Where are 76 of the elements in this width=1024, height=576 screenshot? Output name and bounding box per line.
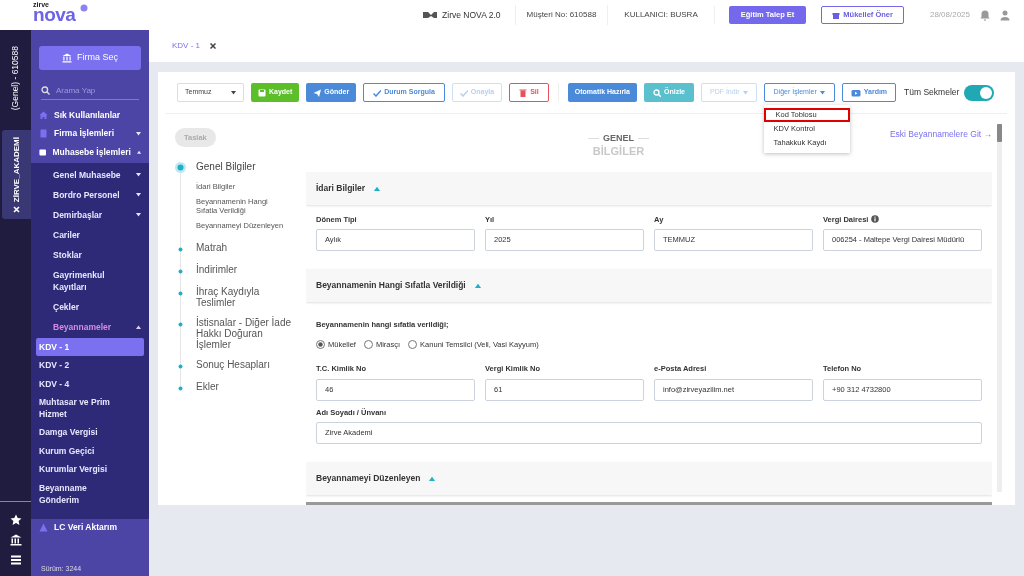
bank-icon[interactable]: [9, 534, 22, 546]
section-header[interactable]: Beyannameyi Düzenleyen: [306, 461, 992, 495]
sidebar-item[interactable]: Firma İşlemleri: [31, 124, 149, 143]
sidebar-item[interactable]: Muhasebe İşlemleri: [31, 143, 149, 162]
save-icon: [258, 88, 266, 97]
close-icon: [13, 206, 20, 214]
bank-icon: [62, 53, 72, 63]
bell-icon[interactable]: [980, 9, 990, 21]
search-icon: [652, 88, 661, 97]
sidebar-item[interactable]: Kurum Geçici: [36, 441, 144, 460]
customer-number: Müşteri No: 610588: [514, 5, 608, 25]
close-icon: [210, 43, 216, 49]
sidebar-item[interactable]: Gayrimenkul Kayıtları: [31, 264, 149, 297]
select-company-button[interactable]: Firma Seç: [39, 46, 141, 70]
search-icon: [41, 86, 50, 95]
sidebar-item[interactable]: Beyanname Gönderim: [36, 478, 144, 509]
book-icon: [39, 129, 48, 139]
paper-plane-icon: [313, 88, 322, 97]
sidebar-item[interactable]: Damga Vergisi: [36, 423, 144, 442]
sidebar-item[interactable]: LC Veri Aktarım: [31, 518, 149, 537]
sidebar-item[interactable]: Muhtasar ve Prim Hizmet: [36, 393, 144, 423]
step-link[interactable]: Ekler: [196, 381, 296, 392]
sidebar-item[interactable]: Cariler: [31, 224, 149, 245]
sidebar-item[interactable]: KDV - 2: [36, 356, 144, 375]
document-tab[interactable]: KDV - 1: [172, 40, 216, 52]
step-link[interactable]: Matrah: [196, 242, 296, 253]
step-link[interactable]: İndirimler: [196, 264, 296, 275]
section-header[interactable]: İdari Bilgiler: [306, 171, 992, 205]
window-icon: [39, 147, 47, 157]
search-field[interactable]: Arama Yap: [56, 84, 136, 97]
caret-down-icon: [136, 131, 141, 136]
step-link[interactable]: İhraç Kaydıyla Teslimler: [196, 286, 296, 308]
home-icon: [39, 110, 48, 120]
check-icon: [459, 88, 468, 97]
gift-icon: [832, 11, 841, 19]
caret-down-icon: [742, 90, 748, 95]
star-icon[interactable]: [9, 514, 22, 526]
sidebar-item[interactable]: Çekler: [31, 296, 149, 317]
caret-up-icon: [136, 324, 141, 329]
menu-icon[interactable]: [9, 554, 22, 566]
section-heading: GENEL: [603, 132, 634, 145]
sidebar-item[interactable]: Genel Muhasebe: [31, 164, 149, 185]
account-label: (Genel) - 610588: [9, 46, 22, 111]
company-tab[interactable]: ZİRVE_AKADEMİ: [2, 130, 31, 220]
triangle-icon: [39, 523, 48, 533]
section-header[interactable]: Beyannamenin Hangi Sıfatla Verildiği: [306, 268, 992, 302]
user-name: KULLANICI: BUSRA: [607, 5, 714, 25]
caret-down-icon: [231, 90, 236, 95]
step-link[interactable]: Genel Bilgiler: [196, 161, 296, 172]
caret-down-icon: [136, 172, 141, 177]
info-icon: [871, 215, 880, 224]
caret-down-icon: [136, 192, 141, 197]
logo-badge-icon: [80, 4, 88, 12]
step-link[interactable]: İstisnalar - Diğer İade Hakkı Doğuran İşlemler: [196, 317, 296, 350]
caret-down-icon: [819, 90, 825, 95]
check-icon: [373, 88, 382, 97]
sidebar-item[interactable]: KDV - 4: [36, 374, 144, 393]
user-icon[interactable]: [1000, 9, 1010, 21]
step-link[interactable]: Sonuç Hesapları: [196, 359, 296, 370]
sidebar-item[interactable]: Stoklar: [31, 244, 149, 265]
caret-up-icon: [136, 150, 141, 155]
sidebar-item[interactable]: Beyannameler: [31, 316, 149, 337]
video-icon: [850, 88, 861, 97]
sidebar-item[interactable]: Demirbaşlar: [31, 204, 149, 225]
sidebar-item[interactable]: Kurumlar Vergisi: [36, 460, 144, 479]
old-returns-link[interactable]: Eski Beyannamelere Git →: [889, 128, 992, 141]
product-name: Zirve NOVA 2.0: [442, 8, 501, 22]
sidebar-item[interactable]: KDV - 1: [36, 337, 144, 356]
toggle-label: Tüm Sekmeler: [904, 86, 960, 99]
caret-down-icon: [136, 212, 141, 217]
toggle-switch[interactable]: [964, 84, 995, 101]
trash-icon: [519, 88, 528, 97]
sidebar-item[interactable]: Sık Kullanılanlar: [31, 106, 149, 125]
date-text: 28/08/2025: [929, 9, 970, 21]
scrollbar-thumb[interactable]: [997, 124, 1002, 142]
sidebar-item[interactable]: Bordro Personel: [31, 184, 149, 205]
